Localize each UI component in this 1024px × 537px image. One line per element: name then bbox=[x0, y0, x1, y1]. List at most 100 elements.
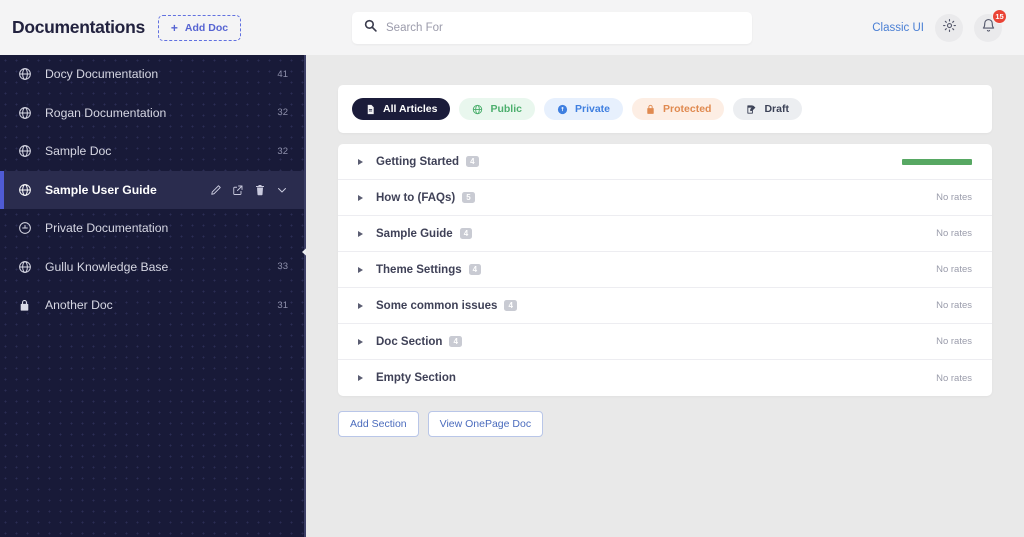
globe-icon bbox=[16, 144, 33, 158]
section-rating: No rates bbox=[936, 336, 972, 347]
section-count-badge: 4 bbox=[449, 336, 462, 347]
sidebar-item-label: Private Documentation bbox=[45, 221, 169, 236]
section-rating: No rates bbox=[936, 192, 972, 203]
sidebar-item-count: 32 bbox=[277, 145, 288, 157]
search-input[interactable] bbox=[386, 21, 740, 34]
filter-chip-private[interactable]: Private bbox=[543, 98, 624, 120]
filter-chip-label: Protected bbox=[663, 103, 712, 115]
action-buttons: Add Section View OnePage Doc bbox=[338, 411, 1024, 437]
classic-ui-link[interactable]: Classic UI bbox=[872, 22, 924, 34]
search-area bbox=[306, 11, 872, 44]
section-row-getting-started[interactable]: Getting Started 4 bbox=[338, 144, 992, 180]
edit-icon[interactable] bbox=[210, 184, 222, 196]
filter-bar: All Articles Public Private Protected Dr… bbox=[338, 85, 992, 133]
search-icon bbox=[364, 19, 377, 37]
trash-icon[interactable] bbox=[254, 184, 266, 196]
filter-chip-protected[interactable]: Protected bbox=[632, 98, 725, 120]
globe-icon bbox=[16, 260, 33, 274]
sidebar-item-label: Gullu Knowledge Base bbox=[45, 259, 169, 274]
sidebar-item-gullu-knowledge-base[interactable]: Gullu Knowledge Base 33 bbox=[0, 248, 304, 287]
section-name: Some common issues bbox=[376, 299, 498, 312]
no-rates-label: No rates bbox=[936, 336, 972, 347]
filter-chip-all-articles[interactable]: All Articles bbox=[352, 98, 451, 120]
section-name: How to (FAQs) bbox=[376, 191, 456, 204]
external-link-icon[interactable] bbox=[232, 184, 244, 196]
no-rates-label: No rates bbox=[936, 264, 972, 275]
section-row-doc-section[interactable]: Doc Section 4 No rates bbox=[338, 324, 992, 360]
section-rating: No rates bbox=[936, 373, 972, 384]
section-name: Theme Settings bbox=[376, 263, 462, 276]
sidebar-item-rogan-documentation[interactable]: Rogan Documentation 32 bbox=[0, 94, 304, 133]
globe-icon bbox=[16, 67, 33, 81]
section-count-badge: 4 bbox=[459, 228, 473, 239]
section-row-how-to-faqs[interactable]: How to (FAQs) 5 No rates bbox=[338, 180, 992, 216]
sidebar-item-count: 41 bbox=[277, 68, 288, 80]
filter-chip-label: Public bbox=[490, 103, 522, 115]
chevron-down-icon[interactable] bbox=[276, 184, 288, 196]
filter-chip-draft[interactable]: Draft bbox=[733, 98, 802, 120]
no-rates-label: No rates bbox=[936, 372, 972, 384]
eye-off-icon bbox=[16, 221, 33, 235]
caret-right-icon[interactable] bbox=[358, 194, 363, 201]
sidebar-item-label: Sample Doc bbox=[45, 144, 112, 159]
section-name: Doc Section bbox=[376, 335, 443, 348]
caret-right-icon[interactable] bbox=[358, 375, 363, 381]
shield-icon bbox=[557, 104, 568, 115]
section-count-badge: 4 bbox=[504, 300, 517, 311]
main-content: All Articles Public Private Protected Dr… bbox=[306, 55, 1024, 537]
caret-right-icon[interactable] bbox=[358, 302, 363, 309]
brand-area: Documentations + Add Doc bbox=[0, 14, 306, 41]
caret-right-icon[interactable] bbox=[358, 158, 363, 165]
caret-right-icon[interactable] bbox=[358, 230, 363, 237]
section-count-badge: 4 bbox=[466, 156, 479, 167]
caret-right-icon[interactable] bbox=[358, 266, 363, 273]
section-row-sample-guide[interactable]: Sample Guide 4 No rates bbox=[338, 216, 992, 252]
section-name: Empty Section bbox=[376, 372, 456, 384]
sidebar-item-private-documentation[interactable]: Private Documentation bbox=[0, 209, 304, 248]
sidebar-item-label: Sample User Guide bbox=[45, 182, 157, 197]
notifications-button[interactable]: 15 bbox=[974, 8, 1007, 42]
sidebar-item-label: Another Doc bbox=[45, 298, 113, 313]
sidebar: Docy Documentation 41 Rogan Documentatio… bbox=[0, 55, 311, 537]
sidebar-item-another-doc[interactable]: Another Doc 31 bbox=[0, 286, 304, 325]
section-count-badge: 4 bbox=[468, 264, 482, 275]
section-row-theme-settings[interactable]: Theme Settings 4 No rates bbox=[338, 252, 992, 288]
section-name: Sample Guide bbox=[376, 227, 453, 240]
add-doc-button[interactable]: + Add Doc bbox=[157, 14, 242, 41]
no-rates-label: No rates bbox=[936, 192, 972, 203]
filter-chip-label: All Articles bbox=[383, 103, 438, 115]
sidebar-item-count: 33 bbox=[277, 261, 288, 273]
app-root: Documentations + Add Doc Classic UI bbox=[0, 0, 1024, 537]
lock-icon bbox=[16, 299, 33, 312]
no-rates-label: No rates bbox=[936, 228, 972, 239]
no-rates-label: No rates bbox=[936, 300, 972, 311]
add-section-button[interactable]: Add Section bbox=[338, 411, 419, 437]
rating-bar bbox=[902, 158, 972, 165]
add-doc-label: Add Doc bbox=[184, 21, 229, 34]
caret-right-icon[interactable] bbox=[358, 338, 363, 345]
sidebar-item-count: 32 bbox=[277, 107, 288, 119]
filter-chip-label: Private bbox=[574, 103, 611, 115]
section-row-some-common-issues[interactable]: Some common issues 4 No rates bbox=[338, 288, 992, 324]
section-name: Getting Started bbox=[376, 155, 460, 168]
settings-button[interactable] bbox=[935, 13, 963, 42]
section-rating: No rates bbox=[936, 264, 972, 275]
search-box[interactable] bbox=[352, 11, 752, 44]
section-count-badge: 5 bbox=[462, 192, 475, 203]
globe-icon bbox=[472, 104, 483, 115]
sidebar-item-actions bbox=[210, 184, 288, 196]
section-row-empty-section[interactable]: Empty Section No rates bbox=[338, 360, 992, 396]
sidebar-item-sample-doc[interactable]: Sample Doc 32 bbox=[0, 132, 304, 171]
sidebar-item-sample-user-guide[interactable]: Sample User Guide bbox=[0, 170, 304, 209]
draft-icon bbox=[746, 104, 757, 115]
filter-chip-public[interactable]: Public bbox=[459, 98, 535, 120]
document-icon bbox=[365, 104, 376, 115]
sections-list: Getting Started 4 How to (FAQs) 5 No rat… bbox=[338, 144, 992, 396]
sidebar-item-count: 31 bbox=[277, 299, 288, 311]
plus-icon: + bbox=[170, 20, 178, 35]
filter-chip-label: Draft bbox=[764, 103, 789, 115]
view-onepage-doc-button[interactable]: View OnePage Doc bbox=[427, 411, 544, 437]
page-title: Documentations bbox=[12, 17, 145, 37]
lock-icon bbox=[645, 104, 656, 115]
sidebar-item-docy-documentation[interactable]: Docy Documentation 41 bbox=[0, 55, 304, 94]
